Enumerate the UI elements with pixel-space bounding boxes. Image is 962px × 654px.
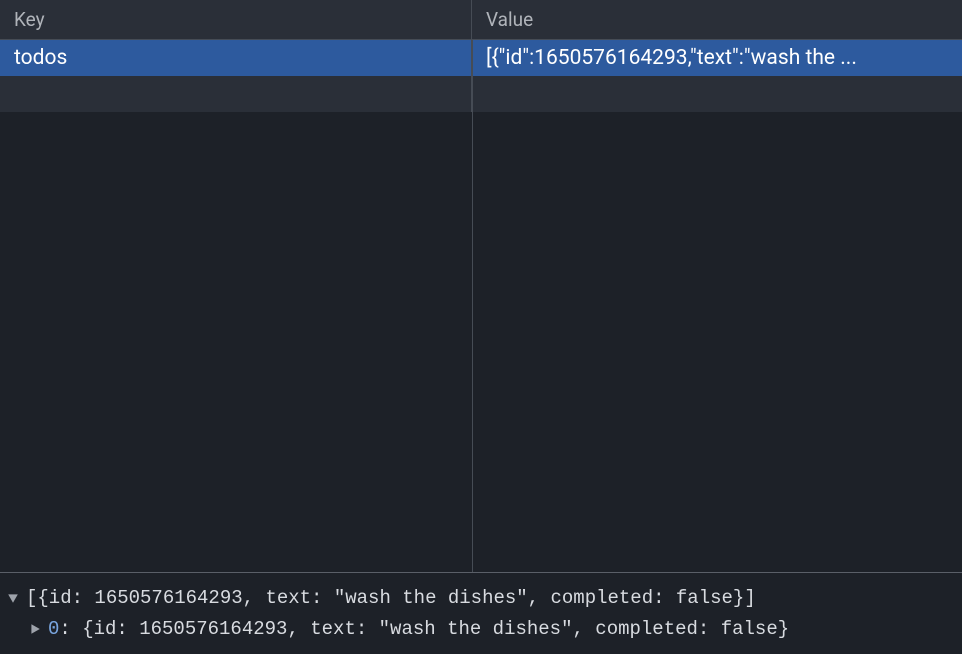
table-row-empty [0,76,962,112]
header-value[interactable]: Value [472,0,962,39]
disclosure-triangle-open-icon[interactable] [6,591,20,605]
table-header: Key Value [0,0,962,40]
cell-key[interactable]: todos [0,40,472,76]
header-key[interactable]: Key [0,0,472,39]
preview-line-item[interactable]: 0: {id: 1650576164293, text: "wash the d… [6,614,956,644]
preview-line-root[interactable]: [{id: 1650576164293, text: "wash the dis… [6,583,956,613]
preview-root-text: [{id: 1650576164293, text: "wash the dis… [26,583,756,613]
table-body: todos [{"id":1650576164293,"text":"wash … [0,40,962,572]
storage-table: Key Value todos [{"id":1650576164293,"te… [0,0,962,572]
disclosure-triangle-closed-icon[interactable] [28,622,42,636]
preview-panel: [{id: 1650576164293, text: "wash the dis… [0,572,962,654]
column-divider[interactable] [472,40,473,572]
preview-item-text: 0: {id: 1650576164293, text: "wash the d… [48,614,789,644]
table-row[interactable]: todos [{"id":1650576164293,"text":"wash … [0,40,962,76]
cell-value[interactable]: [{"id":1650576164293,"text":"wash the ..… [472,40,962,76]
